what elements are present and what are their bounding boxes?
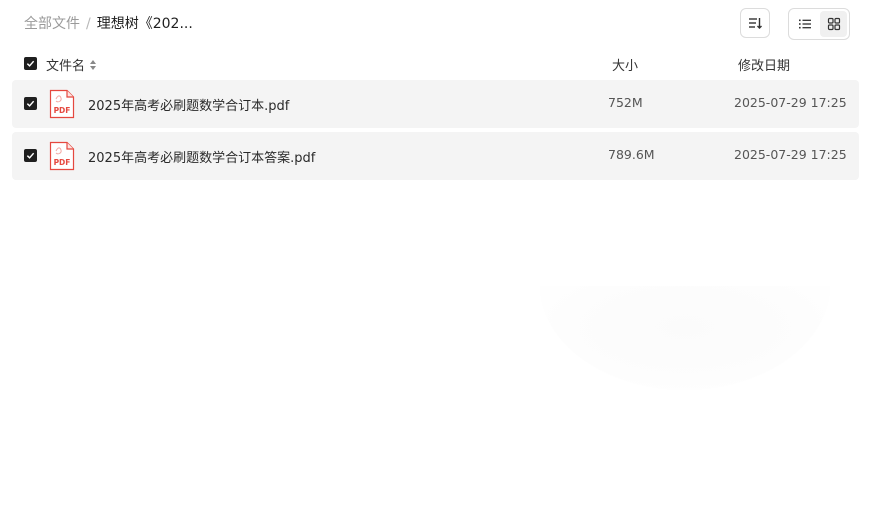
- pdf-file-icon: PDF: [49, 141, 75, 171]
- grid-view-button[interactable]: [820, 11, 847, 37]
- file-modified-date: 2025-07-29 17:25: [734, 147, 847, 162]
- date-column-header[interactable]: 修改日期: [738, 55, 790, 74]
- breadcrumb: 全部文件 / 理想树《202...: [24, 14, 193, 34]
- checkmark-icon: [26, 60, 35, 67]
- file-modified-date: 2025-07-29 17:25: [734, 95, 847, 110]
- file-list: PDF 2025年高考必刷题数学合订本.pdf 752M 2025-07-29 …: [12, 80, 859, 184]
- list-view-button[interactable]: [791, 11, 818, 37]
- breadcrumb-separator: /: [86, 16, 91, 32]
- file-checkbox[interactable]: [24, 149, 37, 162]
- file-size: 752M: [608, 95, 643, 110]
- view-toggle: [788, 8, 850, 40]
- file-list-header: 文件名 大小 修改日期: [0, 52, 874, 76]
- file-checkbox[interactable]: [24, 97, 37, 110]
- file-name[interactable]: 2025年高考必刷题数学合订本.pdf: [88, 95, 289, 114]
- checkmark-icon: [26, 152, 35, 159]
- file-row[interactable]: PDF 2025年高考必刷题数学合订本答案.pdf 789.6M 2025-07…: [12, 132, 859, 180]
- name-column-label: 文件名: [46, 59, 86, 74]
- empty-area-decoration: [540, 286, 830, 390]
- sort-icon: [749, 18, 762, 29]
- list-view-icon: [798, 19, 811, 29]
- breadcrumb-current-folder: 理想树《202...: [96, 16, 193, 32]
- file-name[interactable]: 2025年高考必刷题数学合订本答案.pdf: [88, 147, 315, 166]
- checkmark-icon: [26, 100, 35, 107]
- file-row[interactable]: PDF 2025年高考必刷题数学合订本.pdf 752M 2025-07-29 …: [12, 80, 859, 128]
- pdf-file-icon: PDF: [49, 89, 75, 119]
- grid-view-icon: [827, 17, 840, 31]
- select-all-checkbox[interactable]: [24, 57, 37, 70]
- size-column-header[interactable]: 大小: [612, 55, 638, 74]
- sort-toggle-icon: [90, 59, 97, 70]
- pdf-type-label: PDF: [54, 106, 71, 115]
- sort-button[interactable]: [740, 8, 770, 38]
- breadcrumb-root-link[interactable]: 全部文件: [24, 14, 80, 34]
- name-column-header[interactable]: 文件名: [46, 55, 97, 74]
- pdf-type-label: PDF: [54, 158, 71, 167]
- file-size: 789.6M: [608, 147, 655, 162]
